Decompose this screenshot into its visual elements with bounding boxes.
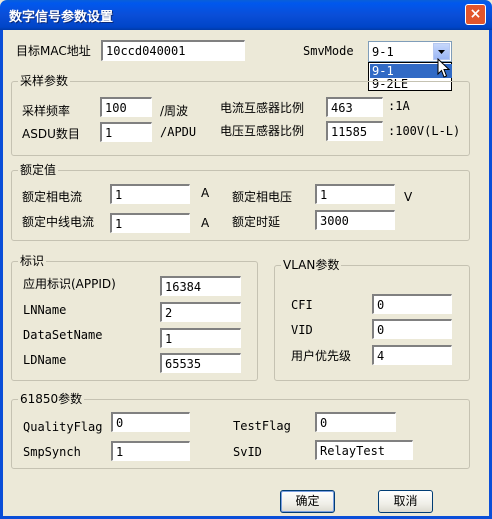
vt-ratio-unit: :100V(L-L): [388, 124, 461, 138]
rated-neutral-current-input[interactable]: 1: [110, 213, 190, 233]
svid-input[interactable]: RelayTest: [315, 440, 413, 460]
lnname-input[interactable]: 2: [160, 302, 241, 322]
ok-button[interactable]: 确定: [280, 490, 335, 513]
cfi-input[interactable]: 0: [372, 294, 452, 314]
chevron-down-icon: [438, 50, 445, 54]
test-flag-label: TestFlag: [233, 419, 291, 433]
user-priority-input[interactable]: 4: [372, 345, 452, 365]
rated-neutral-current-unit: A: [201, 216, 210, 230]
rated-phase-current-label: 额定相电流: [22, 190, 83, 204]
rated-group: [11, 170, 470, 241]
vlan-group-title: VLAN参数: [281, 258, 342, 272]
ct-ratio-input[interactable]: 463: [326, 97, 383, 117]
rated-delay-label: 额定时延: [232, 215, 281, 229]
ldname-input[interactable]: 65535: [160, 353, 241, 373]
sampling-freq-label: 采样频率: [22, 104, 71, 118]
ldname-label: LDName: [23, 353, 67, 367]
vt-ratio-label: 电压互感器比例: [220, 124, 305, 138]
rated-phase-current-input[interactable]: 1: [110, 184, 190, 204]
mac-label: 目标MAC地址: [16, 44, 91, 58]
mac-input[interactable]: 10ccd040001: [101, 40, 245, 61]
asdu-input[interactable]: 1: [100, 122, 152, 142]
rated-neutral-current-label: 额定中线电流: [22, 215, 95, 229]
rated-phase-voltage-unit: V: [404, 190, 413, 204]
window-title: 数字信号参数设置: [9, 10, 114, 25]
smv-mode-label: SmvMode: [303, 44, 354, 58]
vid-label: VID: [291, 323, 313, 337]
dataset-name-label: DataSetName: [23, 328, 103, 342]
smp-synch-label: SmpSynch: [23, 445, 81, 459]
quality-flag-input[interactable]: 0: [111, 412, 190, 432]
appid-input[interactable]: 16384: [160, 276, 241, 296]
asdu-unit: /APDU: [160, 125, 197, 139]
quality-flag-label: QualityFlag: [23, 420, 103, 434]
ident-group-title: 标识: [18, 254, 47, 268]
svid-label: SvID: [233, 445, 262, 459]
smp-synch-input[interactable]: 1: [111, 441, 190, 461]
vt-ratio-input[interactable]: 11585: [326, 121, 383, 141]
user-priority-label: 用户优先级: [291, 349, 352, 363]
rated-phase-voltage-label: 额定相电压: [232, 190, 293, 204]
lnname-label: LNName: [23, 303, 67, 317]
vid-input[interactable]: 0: [372, 319, 452, 339]
dataset-name-input[interactable]: 1: [160, 328, 241, 348]
window-frame-left: [0, 30, 3, 519]
cancel-button[interactable]: 取消: [378, 490, 433, 513]
sampling-freq-unit: /周波: [160, 104, 189, 118]
cfi-label: CFI: [291, 298, 313, 312]
rated-phase-voltage-input[interactable]: 1: [315, 184, 395, 204]
sampling-group-title: 采样参数: [18, 74, 71, 88]
close-button[interactable]: ×: [465, 4, 486, 25]
sampling-freq-input[interactable]: 100: [100, 97, 152, 117]
appid-label: 应用标识(APPID): [23, 277, 116, 291]
rated-group-title: 额定值: [18, 163, 59, 177]
asdu-label: ASDU数目: [22, 127, 80, 141]
ct-ratio-unit: :1A: [388, 99, 410, 113]
sampling-group: [11, 81, 470, 156]
rated-phase-current-unit: A: [201, 186, 210, 200]
mouse-cursor-icon: [437, 58, 451, 78]
ct-ratio-label: 电流互感器比例: [220, 101, 305, 115]
close-icon: ×: [469, 6, 482, 22]
smv-mode-value: 9-1: [372, 45, 394, 59]
rated-delay-input[interactable]: 3000: [315, 210, 395, 230]
test-flag-input[interactable]: 0: [315, 412, 396, 432]
iec61850-group-title: 61850参数: [18, 392, 85, 406]
